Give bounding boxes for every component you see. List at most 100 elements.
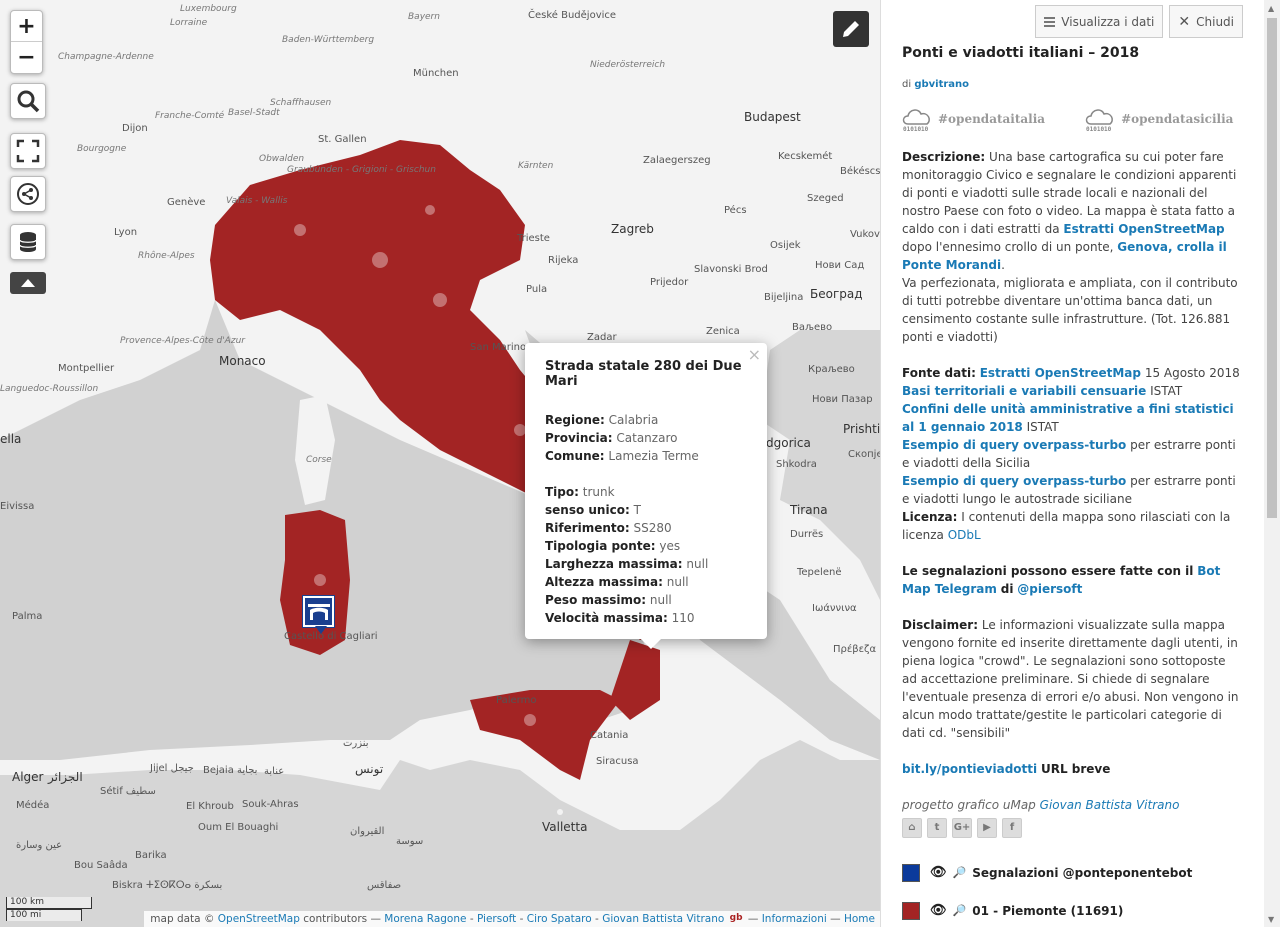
- list-icon: [1044, 16, 1056, 27]
- popup-field-row: Regione: Calabria: [545, 411, 747, 429]
- place-label: Bourgogne: [77, 144, 127, 154]
- layer-item[interactable]: 👁 🔎 Segnalazioni @ponteponentebot: [902, 854, 1242, 892]
- place-label: Corse: [306, 455, 332, 465]
- view-data-button[interactable]: Visualizza i dati: [1035, 5, 1164, 38]
- author-link[interactable]: gbvitrano: [914, 79, 969, 90]
- place-label: Zenica: [706, 326, 740, 337]
- zoom-out-button[interactable]: −: [11, 42, 42, 73]
- layer-color-swatch: [902, 864, 920, 882]
- place-label: بنزرت: [343, 738, 369, 749]
- popup-field-label: senso unico:: [545, 503, 630, 517]
- layers-button[interactable]: [10, 224, 46, 260]
- place-label: Нови Пазар: [812, 394, 873, 405]
- credit-link[interactable]: Morena Ragone: [384, 913, 466, 925]
- googleplus-icon[interactable]: G+: [952, 818, 972, 838]
- place-label: Montpellier: [58, 363, 115, 374]
- fullscreen-button[interactable]: [10, 133, 46, 169]
- popup-field-label: Velocità massima:: [545, 611, 668, 625]
- youtube-icon[interactable]: ▶: [977, 818, 997, 838]
- scale-km: 100 km: [6, 897, 92, 909]
- search-button[interactable]: [10, 83, 46, 119]
- scrollbar-thumb[interactable]: [1267, 18, 1277, 518]
- source-link[interactable]: Confini delle unità amministrative a fin…: [902, 402, 1234, 434]
- design-credit: progetto grafico uMap Giovan Battista Vi…: [902, 798, 1180, 812]
- place-label: Bou Saâda: [74, 860, 128, 871]
- popup-field-row: Riferimento: SS280: [545, 519, 747, 537]
- place-label: Durrës: [790, 529, 824, 540]
- popup-close-button[interactable]: ×: [748, 345, 761, 364]
- info-panel: Visualizza i dati ✕ Chiudi Ponti e viado…: [880, 0, 1280, 927]
- zoom-to-layer-icon[interactable]: 🔎: [953, 902, 967, 920]
- panel-scrollbar[interactable]: ▲ ▼: [1264, 0, 1280, 927]
- facebook-icon[interactable]: f: [1002, 818, 1022, 838]
- popup-field-value: Lamezia Terme: [608, 449, 699, 463]
- share-button[interactable]: [10, 176, 46, 212]
- place-label: Bejaia بجاية: [203, 765, 258, 776]
- place-label: Budapest: [744, 110, 801, 124]
- credit-link[interactable]: Piersoft: [477, 913, 516, 925]
- source-link[interactable]: Estratti OpenStreetMap: [980, 366, 1141, 380]
- close-panel-button[interactable]: ✕ Chiudi: [1169, 5, 1243, 38]
- edit-map-button[interactable]: [833, 11, 869, 47]
- place-label: Szeged: [807, 193, 844, 204]
- cloud-icon: 0101010: [1085, 109, 1113, 132]
- popup-field-label: Larghezza massima:: [545, 557, 683, 571]
- eye-icon[interactable]: 👁: [930, 902, 947, 920]
- place-label: Zagreb: [611, 222, 654, 236]
- place-label: Oum El Bouaghi: [198, 822, 279, 833]
- twitter-icon[interactable]: t: [927, 818, 947, 838]
- eye-icon[interactable]: 👁: [930, 864, 947, 882]
- popup-field-value: yes: [659, 539, 681, 553]
- credit-link[interactable]: Ciro Spataro: [527, 913, 592, 925]
- popup-title: Strada statale 280 dei Due Mari: [545, 359, 742, 389]
- place-label: Baden-Württemberg: [282, 35, 375, 45]
- designer-link[interactable]: Giovan Battista Vitrano: [1040, 798, 1180, 812]
- popup-field-value: T: [633, 503, 641, 517]
- opendatasicilia-badge[interactable]: 0101010 #opendatasicilia: [1085, 106, 1233, 132]
- popup-field-value: null: [666, 575, 689, 589]
- home-icon[interactable]: ⌂: [902, 818, 922, 838]
- place-label: Catania: [590, 730, 629, 741]
- osm-link[interactable]: OpenStreetMap: [218, 913, 300, 925]
- popup-field-value: SS280: [633, 521, 672, 535]
- place-label: Eivissa: [0, 501, 35, 512]
- scroll-down-icon[interactable]: ▼: [1268, 915, 1274, 924]
- cloud-icon: 0101010: [902, 109, 930, 132]
- scale-mi: 100 mi: [6, 909, 82, 921]
- info-link[interactable]: Informazioni: [762, 913, 827, 925]
- credit-link[interactable]: Giovan Battista Vitrano: [602, 913, 724, 925]
- scroll-up-icon[interactable]: ▲: [1268, 4, 1274, 13]
- place-label: Ваљево: [792, 322, 833, 333]
- place-label: Alger: [12, 770, 44, 784]
- scale-bar: 100 km 100 mi: [6, 897, 92, 921]
- layer-item[interactable]: 👁 🔎 01 - Piemonte (11691): [902, 892, 1242, 927]
- report-marker[interactable]: [303, 596, 334, 634]
- place-label: Basel-Stadt: [228, 108, 280, 118]
- osm-extracts-link[interactable]: Estratti OpenStreetMap: [1063, 222, 1224, 236]
- home-link[interactable]: Home: [844, 913, 875, 925]
- share-icon: [17, 183, 39, 205]
- source-link[interactable]: Esempio di query overpass-turbo: [902, 474, 1126, 488]
- place-label: Београд: [810, 287, 863, 301]
- license-link[interactable]: ODbL: [948, 528, 981, 542]
- zoom-in-button[interactable]: +: [11, 11, 42, 42]
- place-label: Tepelenë: [797, 567, 842, 578]
- fullscreen-icon: [16, 139, 40, 163]
- short-url-link[interactable]: bit.ly/pontieviadotti: [902, 762, 1037, 776]
- toggle-panel-button[interactable]: [10, 272, 46, 294]
- piersoft-link[interactable]: @piersoft: [1017, 582, 1082, 596]
- popup-field-label: Peso massimo:: [545, 593, 647, 607]
- place-label: Pécs: [724, 205, 747, 216]
- place-label: Скопје: [848, 449, 880, 460]
- source-link[interactable]: Esempio di query overpass-turbo: [902, 438, 1126, 452]
- zoom-to-layer-icon[interactable]: 🔎: [953, 864, 967, 882]
- disclaimer: Disclaimer: Le informazioni visualizzate…: [902, 618, 1239, 740]
- opendataitalia-badge[interactable]: 0101010 #opendataitalia: [902, 106, 1045, 132]
- place-label: الجزائر: [48, 770, 83, 784]
- place-label: Provence-Alpes-Côte d'Azur: [120, 336, 245, 346]
- popup-field-row: Velocità massima: 110: [545, 609, 747, 627]
- popup-field-row: Tipologia ponte: yes: [545, 537, 747, 555]
- map-canvas[interactable]: Luxembourg Lorraine Bayern České Budějov…: [0, 0, 880, 927]
- source-link[interactable]: Basi territoriali e variabili censuarie: [902, 384, 1146, 398]
- place-label: Pula: [526, 284, 548, 295]
